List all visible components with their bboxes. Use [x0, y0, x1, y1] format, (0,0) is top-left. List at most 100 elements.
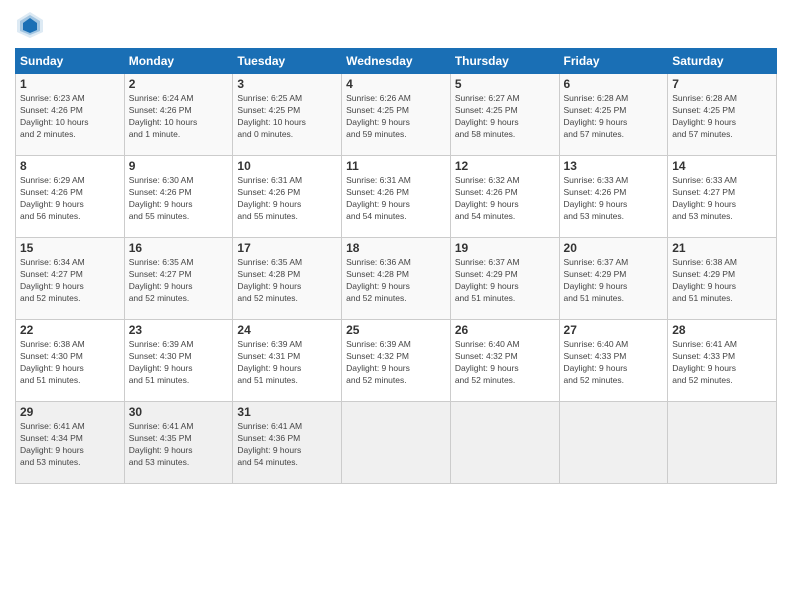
day-info: Sunrise: 6:39 AMSunset: 4:30 PMDaylight:… — [129, 339, 229, 387]
day-number: 19 — [455, 241, 555, 255]
calendar-cell: 1 Sunrise: 6:23 AMSunset: 4:26 PMDayligh… — [16, 74, 125, 156]
week-row-5: 29 Sunrise: 6:41 AMSunset: 4:34 PMDaylig… — [16, 402, 777, 484]
calendar-cell: 14 Sunrise: 6:33 AMSunset: 4:27 PMDaylig… — [668, 156, 777, 238]
day-number: 30 — [129, 405, 229, 419]
day-number: 6 — [564, 77, 664, 91]
weekday-header-monday: Monday — [124, 49, 233, 74]
weekday-header-sunday: Sunday — [16, 49, 125, 74]
day-info: Sunrise: 6:27 AMSunset: 4:25 PMDaylight:… — [455, 93, 555, 141]
calendar-cell — [559, 402, 668, 484]
calendar-cell: 27 Sunrise: 6:40 AMSunset: 4:33 PMDaylig… — [559, 320, 668, 402]
calendar-cell: 7 Sunrise: 6:28 AMSunset: 4:25 PMDayligh… — [668, 74, 777, 156]
calendar-cell: 25 Sunrise: 6:39 AMSunset: 4:32 PMDaylig… — [342, 320, 451, 402]
day-info: Sunrise: 6:28 AMSunset: 4:25 PMDaylight:… — [564, 93, 664, 141]
day-number: 22 — [20, 323, 120, 337]
day-number: 29 — [20, 405, 120, 419]
calendar-cell: 5 Sunrise: 6:27 AMSunset: 4:25 PMDayligh… — [450, 74, 559, 156]
calendar-cell: 19 Sunrise: 6:37 AMSunset: 4:29 PMDaylig… — [450, 238, 559, 320]
logo-icon — [15, 10, 45, 40]
day-number: 12 — [455, 159, 555, 173]
day-info: Sunrise: 6:29 AMSunset: 4:26 PMDaylight:… — [20, 175, 120, 223]
calendar-cell: 13 Sunrise: 6:33 AMSunset: 4:26 PMDaylig… — [559, 156, 668, 238]
calendar-cell: 23 Sunrise: 6:39 AMSunset: 4:30 PMDaylig… — [124, 320, 233, 402]
day-info: Sunrise: 6:41 AMSunset: 4:33 PMDaylight:… — [672, 339, 772, 387]
day-number: 31 — [237, 405, 337, 419]
day-number: 21 — [672, 241, 772, 255]
calendar-cell: 21 Sunrise: 6:38 AMSunset: 4:29 PMDaylig… — [668, 238, 777, 320]
day-number: 14 — [672, 159, 772, 173]
day-number: 27 — [564, 323, 664, 337]
week-row-1: 1 Sunrise: 6:23 AMSunset: 4:26 PMDayligh… — [16, 74, 777, 156]
calendar-cell: 15 Sunrise: 6:34 AMSunset: 4:27 PMDaylig… — [16, 238, 125, 320]
day-number: 9 — [129, 159, 229, 173]
calendar-cell: 28 Sunrise: 6:41 AMSunset: 4:33 PMDaylig… — [668, 320, 777, 402]
day-number: 17 — [237, 241, 337, 255]
day-number: 4 — [346, 77, 446, 91]
day-number: 11 — [346, 159, 446, 173]
day-number: 18 — [346, 241, 446, 255]
calendar-cell: 3 Sunrise: 6:25 AMSunset: 4:25 PMDayligh… — [233, 74, 342, 156]
day-info: Sunrise: 6:40 AMSunset: 4:32 PMDaylight:… — [455, 339, 555, 387]
day-info: Sunrise: 6:38 AMSunset: 4:30 PMDaylight:… — [20, 339, 120, 387]
weekday-header-saturday: Saturday — [668, 49, 777, 74]
day-number: 15 — [20, 241, 120, 255]
calendar-cell: 24 Sunrise: 6:39 AMSunset: 4:31 PMDaylig… — [233, 320, 342, 402]
day-info: Sunrise: 6:31 AMSunset: 4:26 PMDaylight:… — [237, 175, 337, 223]
calendar-cell: 12 Sunrise: 6:32 AMSunset: 4:26 PMDaylig… — [450, 156, 559, 238]
day-info: Sunrise: 6:35 AMSunset: 4:27 PMDaylight:… — [129, 257, 229, 305]
day-number: 2 — [129, 77, 229, 91]
day-number: 3 — [237, 77, 337, 91]
day-number: 23 — [129, 323, 229, 337]
logo — [15, 10, 49, 40]
day-info: Sunrise: 6:28 AMSunset: 4:25 PMDaylight:… — [672, 93, 772, 141]
calendar-cell: 20 Sunrise: 6:37 AMSunset: 4:29 PMDaylig… — [559, 238, 668, 320]
week-row-2: 8 Sunrise: 6:29 AMSunset: 4:26 PMDayligh… — [16, 156, 777, 238]
day-info: Sunrise: 6:30 AMSunset: 4:26 PMDaylight:… — [129, 175, 229, 223]
weekday-header-friday: Friday — [559, 49, 668, 74]
calendar-body: 1 Sunrise: 6:23 AMSunset: 4:26 PMDayligh… — [16, 74, 777, 484]
calendar-cell: 30 Sunrise: 6:41 AMSunset: 4:35 PMDaylig… — [124, 402, 233, 484]
day-number: 5 — [455, 77, 555, 91]
calendar-cell: 8 Sunrise: 6:29 AMSunset: 4:26 PMDayligh… — [16, 156, 125, 238]
calendar-cell — [450, 402, 559, 484]
weekday-header-tuesday: Tuesday — [233, 49, 342, 74]
day-info: Sunrise: 6:33 AMSunset: 4:26 PMDaylight:… — [564, 175, 664, 223]
day-number: 16 — [129, 241, 229, 255]
calendar-cell: 22 Sunrise: 6:38 AMSunset: 4:30 PMDaylig… — [16, 320, 125, 402]
day-info: Sunrise: 6:41 AMSunset: 4:34 PMDaylight:… — [20, 421, 120, 469]
day-info: Sunrise: 6:39 AMSunset: 4:31 PMDaylight:… — [237, 339, 337, 387]
calendar-cell: 10 Sunrise: 6:31 AMSunset: 4:26 PMDaylig… — [233, 156, 342, 238]
weekday-row: SundayMondayTuesdayWednesdayThursdayFrid… — [16, 49, 777, 74]
day-info: Sunrise: 6:31 AMSunset: 4:26 PMDaylight:… — [346, 175, 446, 223]
calendar-cell: 2 Sunrise: 6:24 AMSunset: 4:26 PMDayligh… — [124, 74, 233, 156]
calendar-cell: 6 Sunrise: 6:28 AMSunset: 4:25 PMDayligh… — [559, 74, 668, 156]
calendar-cell: 26 Sunrise: 6:40 AMSunset: 4:32 PMDaylig… — [450, 320, 559, 402]
calendar-header: SundayMondayTuesdayWednesdayThursdayFrid… — [16, 49, 777, 74]
day-number: 13 — [564, 159, 664, 173]
day-number: 24 — [237, 323, 337, 337]
page: SundayMondayTuesdayWednesdayThursdayFrid… — [0, 0, 792, 612]
calendar-table: SundayMondayTuesdayWednesdayThursdayFrid… — [15, 48, 777, 484]
day-info: Sunrise: 6:37 AMSunset: 4:29 PMDaylight:… — [564, 257, 664, 305]
day-number: 20 — [564, 241, 664, 255]
calendar-cell: 31 Sunrise: 6:41 AMSunset: 4:36 PMDaylig… — [233, 402, 342, 484]
day-number: 28 — [672, 323, 772, 337]
day-info: Sunrise: 6:37 AMSunset: 4:29 PMDaylight:… — [455, 257, 555, 305]
day-info: Sunrise: 6:41 AMSunset: 4:35 PMDaylight:… — [129, 421, 229, 469]
calendar-cell: 11 Sunrise: 6:31 AMSunset: 4:26 PMDaylig… — [342, 156, 451, 238]
day-info: Sunrise: 6:41 AMSunset: 4:36 PMDaylight:… — [237, 421, 337, 469]
calendar-cell: 29 Sunrise: 6:41 AMSunset: 4:34 PMDaylig… — [16, 402, 125, 484]
calendar-cell — [342, 402, 451, 484]
week-row-4: 22 Sunrise: 6:38 AMSunset: 4:30 PMDaylig… — [16, 320, 777, 402]
day-info: Sunrise: 6:36 AMSunset: 4:28 PMDaylight:… — [346, 257, 446, 305]
weekday-header-wednesday: Wednesday — [342, 49, 451, 74]
day-number: 8 — [20, 159, 120, 173]
calendar-cell: 9 Sunrise: 6:30 AMSunset: 4:26 PMDayligh… — [124, 156, 233, 238]
day-number: 1 — [20, 77, 120, 91]
day-info: Sunrise: 6:35 AMSunset: 4:28 PMDaylight:… — [237, 257, 337, 305]
day-number: 10 — [237, 159, 337, 173]
header — [15, 10, 777, 40]
day-info: Sunrise: 6:32 AMSunset: 4:26 PMDaylight:… — [455, 175, 555, 223]
week-row-3: 15 Sunrise: 6:34 AMSunset: 4:27 PMDaylig… — [16, 238, 777, 320]
day-info: Sunrise: 6:33 AMSunset: 4:27 PMDaylight:… — [672, 175, 772, 223]
